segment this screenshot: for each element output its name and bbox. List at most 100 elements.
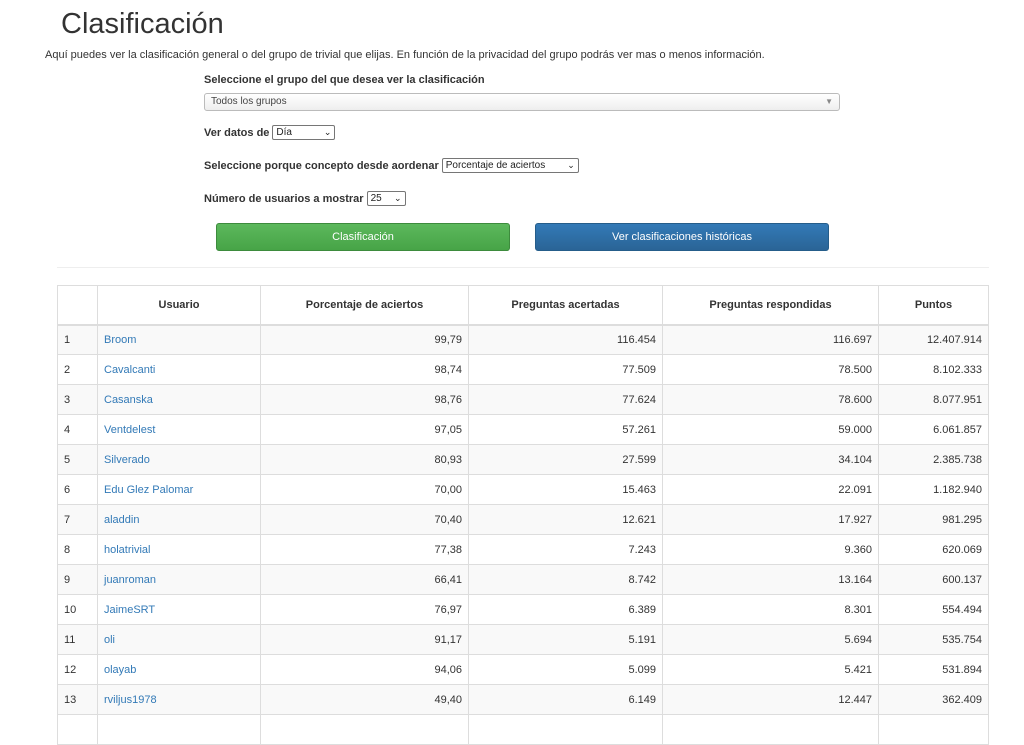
points-cell: 362.409 (878, 684, 989, 715)
correct-cell (468, 714, 663, 745)
percentage-cell: 94,06 (260, 654, 469, 685)
chevron-down-icon: ⌄ (394, 193, 402, 203)
position-cell: 5 (57, 444, 98, 475)
correct-cell: 5.191 (468, 624, 663, 655)
position-cell: 3 (57, 384, 98, 415)
position-cell: 8 (57, 534, 98, 565)
intro-text: Aquí puedes ver la clasificación general… (45, 49, 765, 61)
period-select[interactable]: Día ⌄ (272, 125, 336, 140)
page-title: Clasificación (61, 8, 224, 40)
table-row: 2 Cavalcanti 98,74 77.509 78.500 8.102.333 (57, 354, 989, 385)
user-link[interactable]: Casanska (97, 384, 261, 415)
points-cell: 535.754 (878, 624, 989, 655)
ranking-button[interactable]: Clasificación (216, 223, 510, 251)
user-link[interactable]: Silverado (97, 444, 261, 475)
column-header-percentage[interactable]: Porcentaje de aciertos (260, 285, 469, 326)
correct-cell: 7.243 (468, 534, 663, 565)
answered-cell: 59.000 (662, 414, 879, 445)
correct-cell: 5.099 (468, 654, 663, 685)
user-link[interactable]: juanroman (97, 564, 261, 595)
column-header-answered[interactable]: Preguntas respondidas (662, 285, 879, 326)
percentage-cell: 70,40 (260, 504, 469, 535)
user-link[interactable]: rviljus1978 (97, 684, 261, 715)
order-select-value: Porcentaje de aciertos (445, 160, 546, 171)
points-cell: 531.894 (878, 654, 989, 685)
table-row: 3 Casanska 98,76 77.624 78.600 8.077.951 (57, 384, 989, 415)
answered-cell: 34.104 (662, 444, 879, 475)
table-row: 4 Ventdelest 97,05 57.261 59.000 6.061.857 (57, 414, 989, 445)
divider (57, 267, 989, 268)
history-button[interactable]: Ver clasificaciones históricas (535, 223, 829, 251)
percentage-cell: 98,74 (260, 354, 469, 385)
table-row (57, 714, 989, 745)
position-cell: 6 (57, 474, 98, 505)
answered-cell: 116.697 (662, 324, 879, 355)
percentage-cell: 76,97 (260, 594, 469, 625)
percentage-cell: 91,17 (260, 624, 469, 655)
percentage-cell: 77,38 (260, 534, 469, 565)
triangle-down-icon: ▼ (825, 97, 833, 106)
order-label: Seleccione porque concepto desde aordena… (204, 159, 439, 172)
user-link[interactable]: Edu Glez Palomar (97, 474, 261, 505)
position-cell: 10 (57, 594, 98, 625)
position-cell (57, 714, 98, 745)
user-link[interactable]: JaimeSRT (97, 594, 261, 625)
chevron-down-icon: ⌄ (567, 160, 575, 170)
correct-cell: 77.624 (468, 384, 663, 415)
points-cell: 620.069 (878, 534, 989, 565)
user-link[interactable]: olayab (97, 654, 261, 685)
points-cell: 2.385.738 (878, 444, 989, 475)
points-cell: 6.061.857 (878, 414, 989, 445)
answered-cell: 5.694 (662, 624, 879, 655)
group-select[interactable]: Todos los grupos ▼ (204, 93, 840, 111)
table-row: 5 Silverado 80,93 27.599 34.104 2.385.738 (57, 444, 989, 475)
user-link[interactable]: holatrivial (97, 534, 261, 565)
column-header-position (57, 285, 98, 326)
answered-cell: 22.091 (662, 474, 879, 505)
table-row: 9 juanroman 66,41 8.742 13.164 600.137 (57, 564, 989, 595)
correct-cell: 27.599 (468, 444, 663, 475)
user-link[interactable]: aladdin (97, 504, 261, 535)
points-cell: 8.102.333 (878, 354, 989, 385)
points-cell: 12.407.914 (878, 324, 989, 355)
position-cell: 4 (57, 414, 98, 445)
user-link[interactable]: Ventdelest (97, 414, 261, 445)
position-cell: 12 (57, 654, 98, 685)
users-label: Número de usuarios a mostrar (204, 192, 364, 205)
column-header-correct[interactable]: Preguntas acertadas (468, 285, 663, 326)
percentage-cell: 80,93 (260, 444, 469, 475)
percentage-cell: 66,41 (260, 564, 469, 595)
position-cell: 7 (57, 504, 98, 535)
user-link[interactable]: Broom (97, 324, 261, 355)
points-cell: 981.295 (878, 504, 989, 535)
answered-cell: 9.360 (662, 534, 879, 565)
group-select-value: Todos los grupos (211, 96, 287, 107)
user-link[interactable]: Cavalcanti (97, 354, 261, 385)
points-cell: 554.494 (878, 594, 989, 625)
period-row: Ver datos de Día ⌄ (204, 125, 336, 140)
users-select-value: 25 (370, 193, 382, 204)
table-row: 8 holatrivial 77,38 7.243 9.360 620.069 (57, 534, 989, 565)
user-link[interactable]: oli (97, 624, 261, 655)
correct-cell: 6.389 (468, 594, 663, 625)
users-select[interactable]: 25 ⌄ (366, 191, 406, 206)
percentage-cell: 97,05 (260, 414, 469, 445)
position-cell: 13 (57, 684, 98, 715)
table-row: 1 Broom 99,79 116.454 116.697 12.407.914 (57, 324, 989, 355)
order-select[interactable]: Porcentaje de aciertos ⌄ (441, 158, 579, 173)
column-header-user[interactable]: Usuario (97, 285, 261, 326)
answered-cell: 17.927 (662, 504, 879, 535)
answered-cell: 8.301 (662, 594, 879, 625)
chevron-down-icon: ⌄ (323, 127, 332, 137)
table-row: 12 olayab 94,06 5.099 5.421 531.894 (57, 654, 989, 685)
answered-cell: 78.600 (662, 384, 879, 415)
user-link[interactable] (97, 714, 261, 745)
users-row: Número de usuarios a mostrar 25 ⌄ (204, 191, 406, 206)
column-header-points[interactable]: Puntos (878, 285, 989, 326)
correct-cell: 116.454 (468, 324, 663, 355)
answered-cell: 12.447 (662, 684, 879, 715)
ranking-table: Usuario Porcentaje de aciertos Preguntas… (57, 285, 989, 745)
period-label: Ver datos de (204, 126, 270, 139)
correct-cell: 77.509 (468, 354, 663, 385)
position-cell: 1 (57, 324, 98, 355)
